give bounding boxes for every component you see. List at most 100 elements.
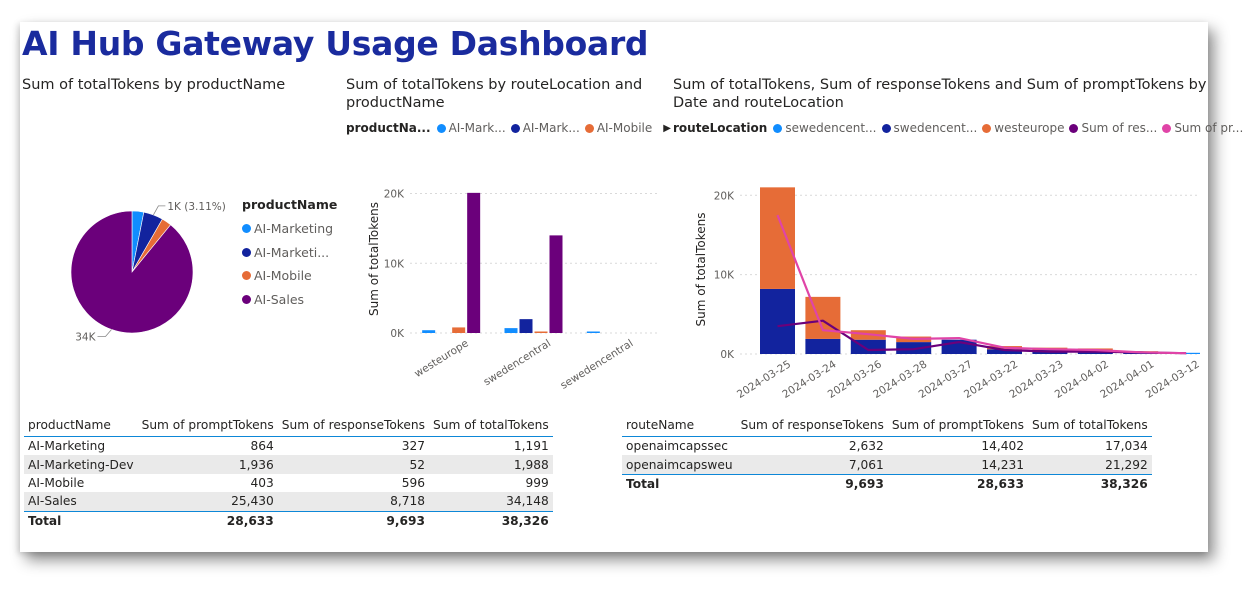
- legend-label: AI-Mark...: [522, 121, 580, 135]
- legend-swatch: [982, 123, 992, 133]
- bar-chart[interactable]: 0K 10K 20KSum of totalTokens westeurope swed…: [342, 162, 662, 402]
- column-header[interactable]: Sum of responseTokens: [277, 414, 429, 437]
- combo-legend-item[interactable]: Sum of res...: [1069, 121, 1157, 135]
- bar-mark: [422, 330, 436, 333]
- combo-legend-item[interactable]: swedencent...: [881, 121, 977, 135]
- legend-swatch: [242, 294, 251, 304]
- table-cell: 1,191: [513, 439, 549, 454]
- combo-chart[interactable]: 0K10K20KSum of totalTokens2024-03-252024…: [670, 162, 1200, 412]
- table-row[interactable]: AI-Mobile 403 596 999: [24, 474, 553, 492]
- legend-label: AI-Mobile: [254, 268, 312, 284]
- stacked-bar-segment: [805, 338, 841, 354]
- pie-slice: [70, 210, 194, 334]
- table-cell: 864: [250, 439, 274, 454]
- legend-label: AI-Sales: [254, 291, 305, 307]
- table-header-row: productName Sum of promptTokens Sum of res…: [24, 414, 553, 437]
- x-tick-label: swedencentral: [481, 337, 553, 388]
- table-row[interactable]: openaimcapssec 2,632 14,402 17,034: [622, 437, 1152, 456]
- bar-mark: [549, 235, 563, 333]
- legend-label: AI-Marketing: [254, 221, 334, 237]
- table-cell: 327: [401, 439, 425, 454]
- combo-legend-item[interactable]: Sum of pr...: [1162, 121, 1243, 135]
- page-title: AI Hub Gateway Usage Dashboard: [22, 24, 649, 63]
- table-total-cell: 9,693: [277, 510, 429, 530]
- legend-label: Sum of res...: [1081, 121, 1158, 135]
- table-row[interactable]: openaimcapsweu 7,061 14,231 21,292: [622, 455, 1152, 475]
- combo-legend-item[interactable]: sewedencent...: [773, 121, 877, 135]
- product-table[interactable]: productName Sum of promptTokens Sum of res…: [24, 414, 553, 530]
- stacked-bar-segment: [760, 288, 795, 354]
- legend-label: AI-Marketi...: [254, 244, 330, 260]
- column-header[interactable]: Sum of totalTokens: [1028, 414, 1152, 437]
- legend-label: AI-Mark...: [448, 121, 506, 135]
- legend-next-arrow-icon[interactable]: ▶: [663, 123, 671, 134]
- table-cell: AI-Sales: [24, 492, 138, 512]
- bar-mark: [504, 328, 518, 333]
- combo-legend-item[interactable]: westeurope: [982, 121, 1064, 135]
- table-row[interactable]: AI-Sales 25,430 8,718 34,148: [24, 492, 553, 512]
- legend-swatch: [584, 123, 594, 133]
- combo-chart-title-line: Date and routeLocation: [673, 95, 844, 111]
- legend-label: sewedencent...: [785, 121, 877, 135]
- table-cell: 8,718: [277, 492, 429, 512]
- pie-legend-item[interactable]: AI-Sales: [242, 288, 337, 312]
- pie-leader-line: [97, 329, 112, 337]
- bar-legend-item[interactable]: AI-Mobile: [584, 121, 653, 135]
- legend-swatch: [1162, 123, 1172, 133]
- table-total-cell: 9,693: [736, 473, 888, 494]
- stacked-bar-segment: [805, 296, 841, 339]
- legend-swatch: [1069, 123, 1079, 133]
- table-total-cell: 28,633: [887, 473, 1028, 494]
- y-axis-title: Sum of totalTokens: [694, 213, 708, 327]
- pie-data-label: 34K: [75, 331, 96, 342]
- column-header[interactable]: Sum of promptTokens: [137, 414, 278, 437]
- report-canvas: AI Hub Gateway Usage Dashboard Sum of to…: [20, 22, 1243, 552]
- table-total-row: Total 28,633 9,693 38,326: [24, 510, 553, 530]
- pie-legend-item[interactable]: AI-Marketi...: [242, 241, 337, 265]
- combo-chart-title: Sum of totalTokens, Sum of responseToken…: [673, 76, 1206, 112]
- bar-mark: [534, 331, 548, 333]
- pie-data-label: 1K (3.11%): [167, 201, 225, 213]
- column-header[interactable]: Sum of totalTokens: [428, 414, 553, 437]
- legend-swatch: [242, 224, 251, 234]
- pie-legend: productName AI-Marketing AI-Marketi... A…: [242, 197, 337, 311]
- table-cell: 34,148: [428, 492, 553, 512]
- table-cell: 14,231: [887, 455, 1028, 475]
- column-header[interactable]: Sum of promptTokens: [887, 414, 1028, 437]
- legend-label: AI-Mobile: [596, 121, 653, 135]
- pie-legend-item[interactable]: AI-Marketing: [242, 217, 337, 241]
- y-tick-label: 0K: [720, 349, 735, 361]
- x-tick-label: sewedencentral: [558, 337, 635, 391]
- column-header[interactable]: routeName: [622, 414, 737, 437]
- x-tick-label: westeurope: [412, 337, 470, 380]
- pie-legend-item[interactable]: AI-Mobile: [242, 264, 337, 288]
- y-tick-label: 20K: [384, 189, 405, 201]
- stacked-bar-segment: [760, 187, 795, 289]
- legend-label: Sum of pr...: [1174, 121, 1244, 135]
- table-cell: 25,430: [137, 492, 278, 512]
- column-header[interactable]: productName: [24, 414, 138, 437]
- combo-chart-title-line: Sum of totalTokens, Sum of responseToken…: [673, 77, 1207, 93]
- legend-swatch: [242, 247, 251, 257]
- line-series: [776, 214, 1187, 355]
- bar-legend-item[interactable]: AI-Mark...: [510, 121, 580, 135]
- y-tick-label: 0K: [390, 328, 405, 340]
- column-header[interactable]: Sum of responseTokens: [736, 414, 888, 437]
- bar-chart-title-line: productName: [346, 95, 445, 111]
- bar-legend-title: productNa...: [346, 121, 431, 135]
- legend-swatch: [436, 123, 446, 133]
- pie-chart[interactable]: 1K (3.11%)34K(89.1%): [50, 162, 250, 342]
- table-cell: 1,936: [137, 455, 278, 474]
- y-tick-label: 10K: [384, 258, 405, 270]
- y-tick-label: 20K: [714, 190, 735, 202]
- table-row[interactable]: AI-Marketing-Dev 1,936 52 1,988: [24, 455, 553, 474]
- pie-leader-line: [153, 205, 166, 216]
- route-table[interactable]: routeName Sum of responseTokens Sum of pro…: [622, 414, 1152, 494]
- bar-legend-item[interactable]: AI-Mark...: [436, 121, 506, 135]
- bar-legend: productNa... AI-Mark... AI-Mark... AI-Mo…: [346, 121, 671, 135]
- legend-swatch: [242, 271, 251, 281]
- table-cell: AI-Mobile: [28, 475, 85, 490]
- table-row[interactable]: AI-Marketing 864 327 1,191: [24, 437, 553, 456]
- combo-legend-title: routeLocation: [673, 121, 768, 135]
- combo-legend: routeLocation sewedencent... swedencent.…: [673, 121, 1248, 135]
